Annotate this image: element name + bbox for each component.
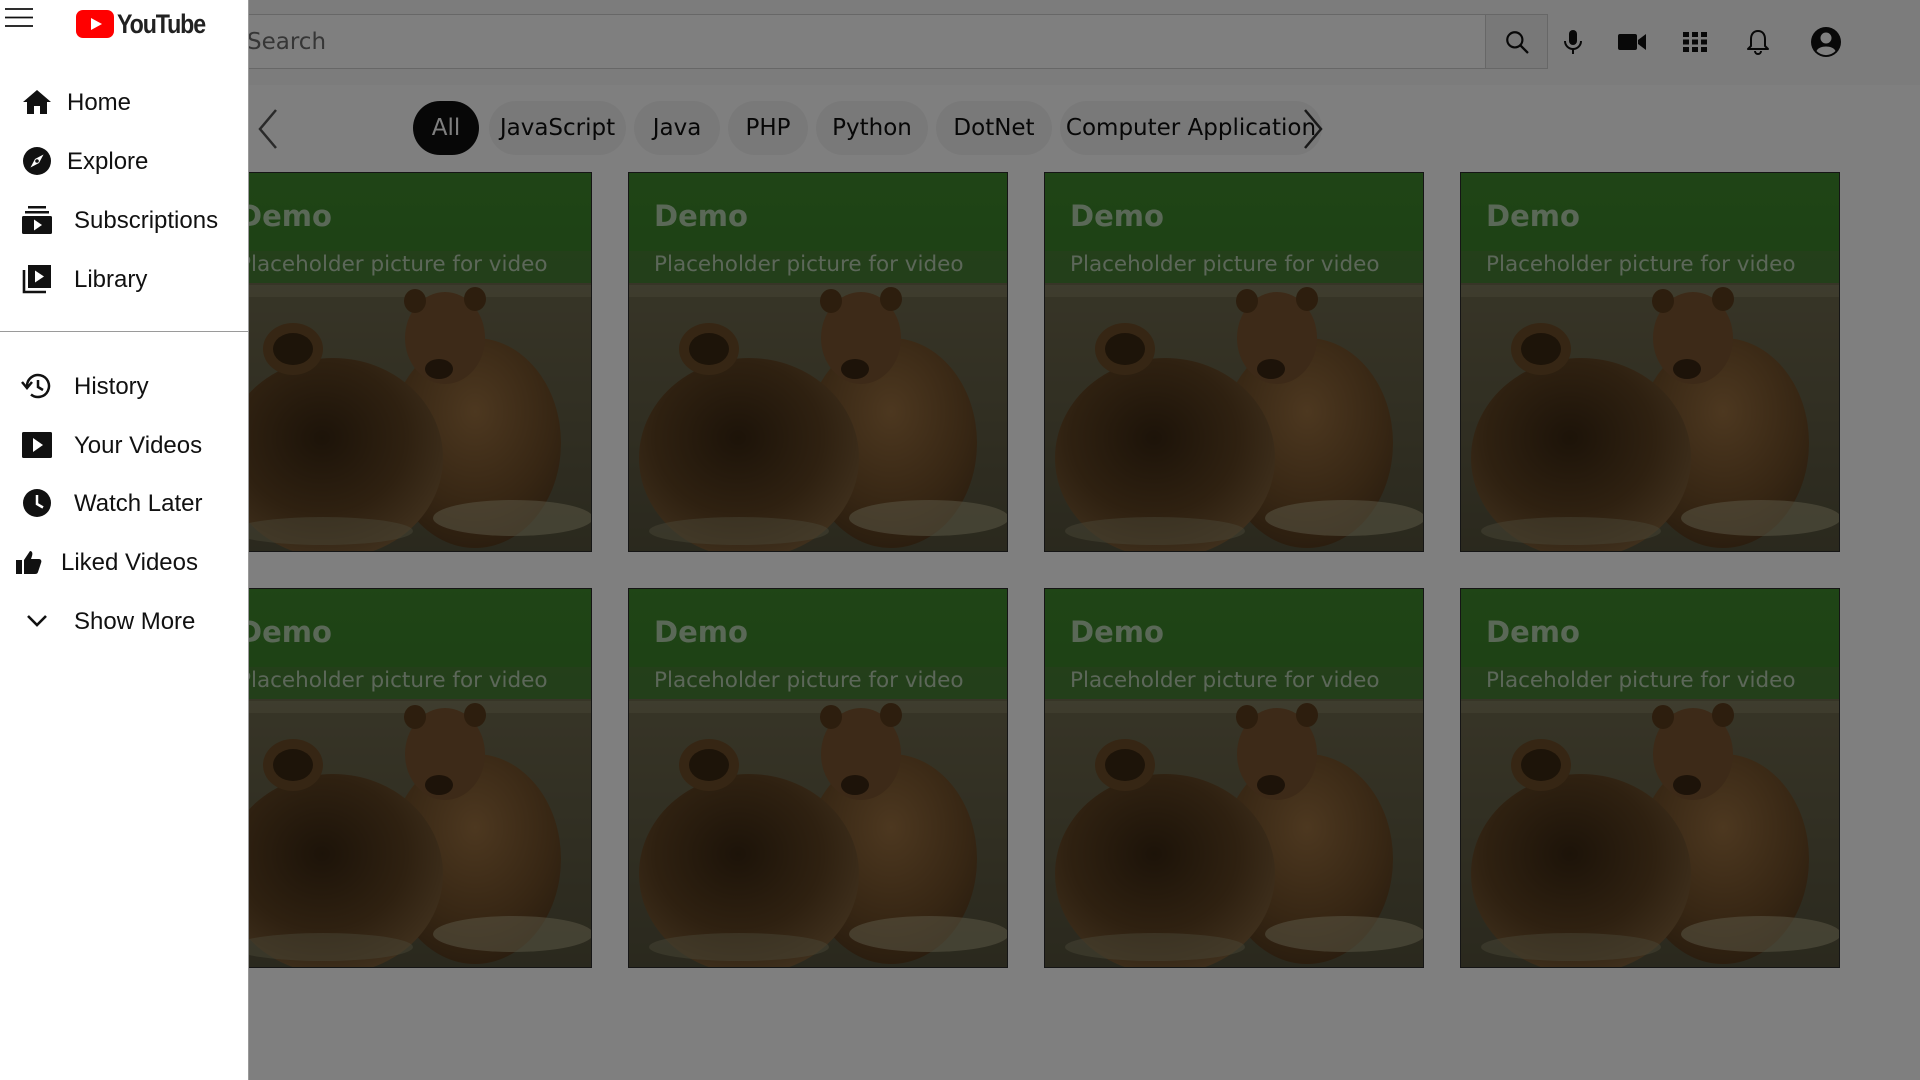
sidebar-item-your-videos[interactable]: Your Videos [0,420,248,470]
your-videos-icon [22,432,52,458]
subscriptions-icon [22,206,52,234]
sidebar-divider [0,331,248,332]
sidebar-item-home[interactable]: Home [0,77,248,127]
youtube-logo[interactable]: YouTube [76,7,219,41]
sidebar-item-label: Explore [67,148,149,175]
sidebar-item-label: Home [67,89,132,116]
sidebar-item-show-more[interactable]: Show More [0,596,248,646]
sidebar-item-library[interactable]: Library [0,254,248,304]
thumbs-up-icon [16,551,42,574]
sidebar-item-liked-videos[interactable]: Liked Videos [0,537,248,587]
compass-icon [23,147,51,175]
menu-button[interactable] [2,2,34,34]
sidebar-item-subscriptions[interactable]: Subscriptions [0,195,248,245]
sidebar-item-label: Watch Later [74,490,203,517]
clock-icon [23,489,51,517]
sidebar-item-label: Library [74,266,148,293]
chevron-down-icon [27,615,47,627]
drawer-backdrop[interactable] [0,0,1920,1080]
logo-text: YouTube [117,8,206,39]
sidebar-item-label: History [74,373,149,400]
sidebar-item-label: Show More [74,608,196,635]
hamburger-icon [5,8,33,27]
sidebar-item-watch-later[interactable]: Watch Later [0,478,248,528]
sidebar-drawer: YouTube Home Explore Subscriptions Libra… [0,0,249,1080]
sidebar-item-label: Liked Videos [61,549,198,576]
home-icon [23,90,51,114]
sidebar-item-explore[interactable]: Explore [0,136,248,186]
youtube-play-icon [76,10,114,38]
sidebar-item-label: Subscriptions [74,207,219,234]
sidebar-item-label: Your Videos [74,432,203,459]
history-icon [21,373,51,399]
sidebar-item-history[interactable]: History [0,361,248,411]
library-icon [22,265,51,294]
